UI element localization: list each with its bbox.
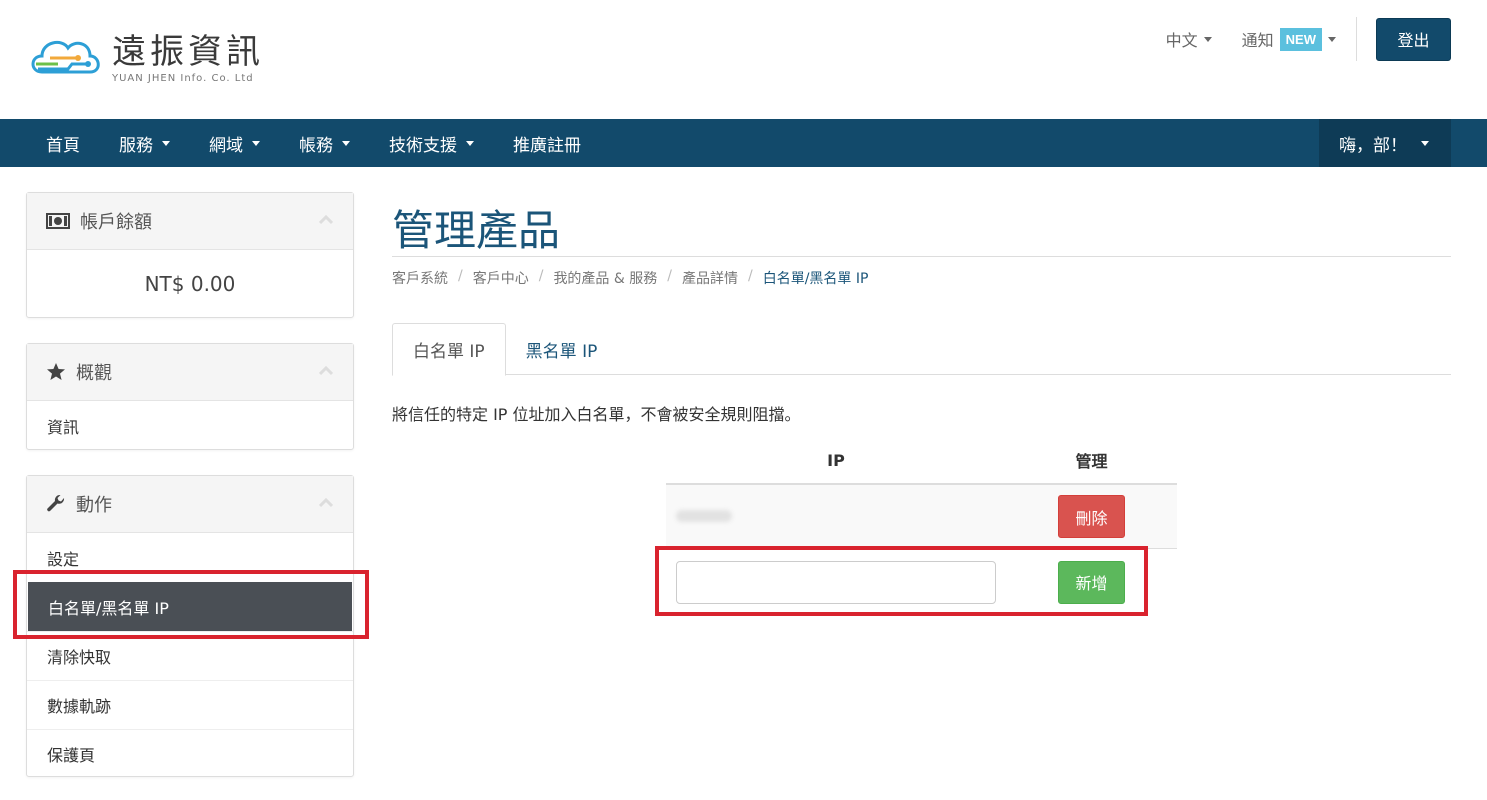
column-header-ip: IP — [827, 450, 845, 470]
whitelist-description: 將信任的特定 IP 位址加入白名單，不會被安全規則阻擋。 — [392, 405, 801, 424]
nav-label: 技術支援 — [389, 135, 457, 156]
title-divider — [392, 256, 1451, 257]
tab-blacklist-ip[interactable]: 黑名單 IP — [506, 323, 618, 375]
logo[interactable]: 遠振資訊 YUAN JHEN Info. Co. Ltd — [28, 28, 264, 88]
breadcrumb-separator: / — [458, 268, 463, 284]
nav-label: 推廣註冊 — [513, 135, 581, 156]
nav-item-home[interactable]: 首頁 — [27, 119, 100, 167]
chevron-down-icon — [252, 140, 260, 146]
chevron-up-icon[interactable] — [319, 364, 333, 378]
balance-panel: 帳戶餘額 NT$ 0.00 — [26, 192, 354, 318]
user-greeting: 嗨，部！ — [1339, 135, 1407, 156]
overview-panel: 概觀 資訊 — [26, 343, 354, 450]
logo-title: 遠振資訊 — [112, 31, 264, 72]
breadcrumb-item[interactable]: 客戶系統 — [392, 268, 448, 288]
chevron-down-icon — [1421, 140, 1429, 146]
new-badge: NEW — [1279, 27, 1322, 51]
star-icon — [47, 363, 65, 380]
breadcrumb-current: 白名單/黑名單 IP — [762, 271, 869, 287]
highlight-box-add-row — [655, 546, 1148, 616]
table-header: IP 管理 — [666, 437, 1177, 485]
delete-button[interactable]: 刪除 — [1058, 495, 1125, 538]
nav-item-support[interactable]: 技術支援 — [370, 119, 494, 167]
nav-label: 服務 — [119, 135, 153, 156]
logout-button[interactable]: 登出 — [1376, 17, 1451, 61]
site-header: 遠振資訊 YUAN JHEN Info. Co. Ltd 中文 通知 NEW 登… — [0, 0, 1487, 119]
language-dropdown[interactable]: 中文 — [1166, 27, 1212, 51]
breadcrumb-separator: / — [667, 268, 672, 284]
overview-panel-header[interactable]: 概觀 — [27, 344, 353, 401]
breadcrumb-separator: / — [538, 268, 544, 284]
notifications-label: 通知 — [1241, 31, 1274, 50]
chevron-down-icon — [162, 140, 170, 146]
table-row: 刪除 — [666, 485, 1177, 549]
balance-panel-header[interactable]: 帳戶餘額 — [27, 193, 353, 250]
chevron-down-icon — [466, 140, 474, 146]
chevron-up-icon[interactable] — [319, 496, 333, 510]
main-navbar: 首頁 服務 網域 帳務 技術支援 推廣註冊 嗨，部！ — [0, 119, 1487, 167]
sidebar-item-info[interactable]: 資訊 — [27, 401, 353, 450]
nav-item-affiliates[interactable]: 推廣註冊 — [494, 119, 601, 167]
user-menu[interactable]: 嗨，部！ — [1319, 119, 1451, 167]
breadcrumb-separator: / — [747, 268, 753, 284]
column-header-manage: 管理 — [1075, 452, 1108, 471]
breadcrumb: 客戶系統 / 客戶中心 / 我的產品 & 服務 / 產品詳情 / 白名單/黑名單… — [392, 268, 868, 288]
breadcrumb-item[interactable]: 產品詳情 — [682, 268, 738, 288]
nav-item-services[interactable]: 服務 — [100, 119, 190, 167]
sidebar-item-protected-page[interactable]: 保護頁 — [27, 729, 353, 778]
chevron-down-icon — [1328, 36, 1336, 42]
logo-subtitle: YUAN JHEN Info. Co. Ltd — [112, 72, 254, 84]
tab-whitelist-ip[interactable]: 白名單 IP — [392, 323, 506, 376]
breadcrumb-item[interactable]: 客戶中心 — [473, 268, 529, 288]
chevron-down-icon — [1203, 36, 1212, 42]
highlight-box-sidebar — [13, 570, 369, 639]
chevron-up-icon[interactable] — [319, 213, 333, 227]
page-title: 管理產品 — [392, 206, 561, 255]
actions-panel-header[interactable]: 動作 — [27, 476, 353, 533]
blurred-ip-text — [676, 510, 732, 522]
breadcrumb-item[interactable]: 我的產品 & 服務 — [553, 268, 657, 288]
nav-item-domains[interactable]: 網域 — [190, 119, 280, 167]
actions-panel-title: 動作 — [76, 495, 112, 516]
balance-panel-title: 帳戶餘額 — [80, 212, 152, 233]
notifications-dropdown[interactable]: 通知 NEW — [1242, 27, 1336, 51]
nav-label: 首頁 — [46, 135, 80, 156]
nav-label: 網域 — [209, 135, 243, 156]
chevron-down-icon — [342, 140, 350, 146]
cloud-logo-icon — [31, 40, 100, 74]
balance-amount: NT$ 0.00 — [144, 271, 236, 296]
sidebar-item-data-trail[interactable]: 數據軌跡 — [27, 680, 353, 729]
ip-value-blurred — [666, 507, 1006, 526]
money-icon — [46, 213, 70, 229]
ip-tabs: 白名單 IP 黑名單 IP — [392, 323, 1451, 376]
language-label: 中文 — [1165, 31, 1198, 50]
nav-item-billing[interactable]: 帳務 — [280, 119, 370, 167]
divider — [1356, 17, 1357, 61]
overview-panel-title: 概觀 — [76, 363, 112, 384]
nav-label: 帳務 — [299, 135, 333, 156]
wrench-icon — [47, 494, 65, 512]
top-utility-bar: 中文 通知 NEW 登出 — [1166, 17, 1451, 61]
